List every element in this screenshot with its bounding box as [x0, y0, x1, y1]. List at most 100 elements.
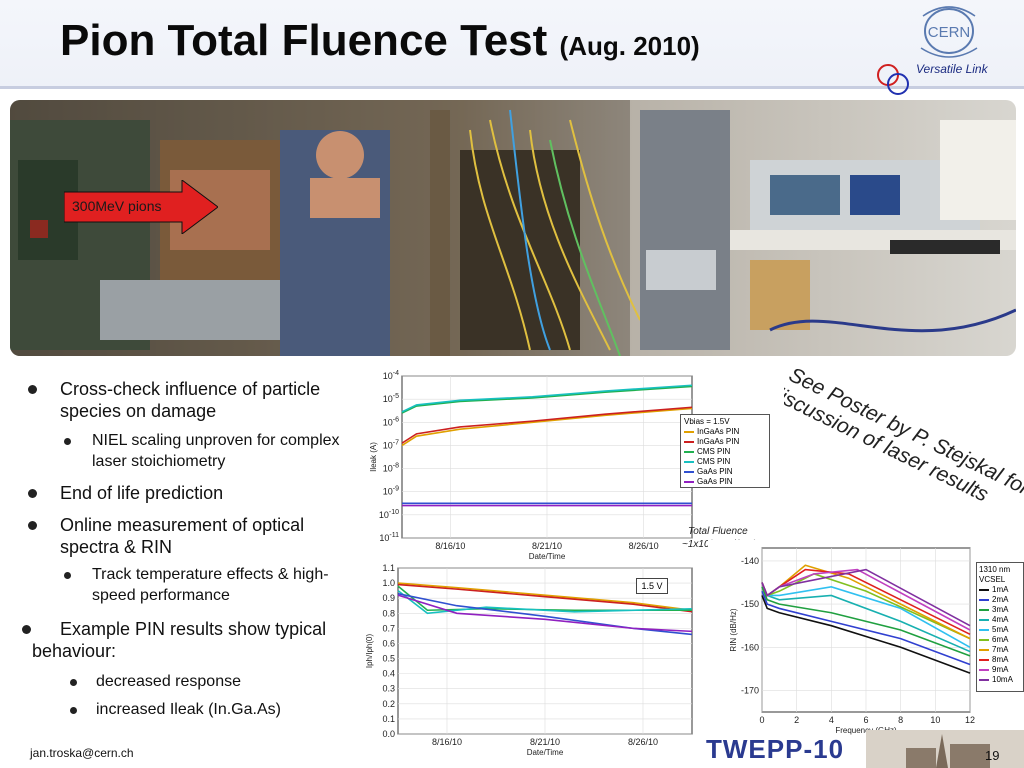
- x-tick-label: 4: [829, 715, 834, 725]
- legend-entry: 5mA: [979, 625, 1021, 635]
- legend-swatch: [979, 668, 989, 671]
- tick-label: 10-9: [383, 486, 399, 497]
- bullet-text: Example PIN results show typical behavio…: [32, 619, 327, 661]
- legend-entry: InGaAs PIN: [684, 437, 766, 447]
- legend-label: CMS PIN: [697, 447, 731, 456]
- legend-swatch: [979, 588, 989, 591]
- legend-entry: 4mA: [979, 615, 1021, 625]
- sub-bullet-text: NIEL scaling unproven for complex laser …: [92, 432, 340, 470]
- tick-label: 10-7: [383, 439, 399, 450]
- tick-label: 0.1: [382, 714, 395, 724]
- legend-swatch: [979, 628, 989, 631]
- x-tick-label: 8/16/10: [435, 541, 465, 551]
- poster-note-line: See Poster by P. Stejskal for: [785, 363, 1024, 500]
- legend-swatch: [979, 648, 989, 651]
- x-tick-label: 6: [863, 715, 868, 725]
- tick-label: -170: [741, 685, 759, 695]
- versatile-link-icon: [877, 64, 909, 95]
- sub-bullet-dot: [70, 707, 77, 714]
- x-axis-label: Date/Time: [527, 748, 564, 756]
- legend-label: GaAs PIN: [697, 467, 733, 476]
- tick-label: 10-10: [379, 509, 399, 520]
- legend-swatch: [979, 598, 989, 601]
- legend-swatch: [684, 460, 694, 463]
- y-axis-label: RIN (dB/Hz): [729, 608, 738, 651]
- tick-label: -140: [741, 556, 759, 566]
- y-axis-label: Iph/Iph(0): [365, 634, 374, 669]
- legend-title: Vbias = 1.5V: [684, 417, 730, 426]
- tick-label: 0.7: [382, 623, 395, 633]
- legend-swatch: [979, 638, 989, 641]
- footer-email[interactable]: jan.troska@cern.ch: [30, 746, 134, 760]
- legend-entry: GaAs PIN: [684, 477, 766, 487]
- page-number: 19: [985, 748, 1000, 763]
- legend-swatch: [979, 678, 989, 681]
- legend-entry: 6mA: [979, 635, 1021, 645]
- legend-entry: 3mA: [979, 605, 1021, 615]
- poster-note: See Poster by P. Stejskal for discussion…: [784, 363, 1024, 506]
- tick-label: 0.2: [382, 699, 395, 709]
- tick-label: 10-4: [383, 370, 399, 381]
- legend-label: 8mA: [992, 655, 1009, 664]
- iph-legend: 1.5 V: [636, 578, 668, 594]
- legend-label: InGaAs PIN: [697, 427, 740, 436]
- cern-logo: CERN: [920, 6, 978, 58]
- x-tick-label: 8/21/10: [530, 737, 560, 747]
- sub-bullet-dot: [70, 679, 77, 686]
- legend-swatch: [684, 450, 694, 453]
- legend-entry: 7mA: [979, 645, 1021, 655]
- tick-label: -160: [741, 642, 759, 652]
- sub-bullet-text: increased Ileak (In.Ga.As): [96, 701, 281, 718]
- x-tick-label: 12: [965, 715, 975, 725]
- tick-label: 0.3: [382, 684, 395, 694]
- legend-swatch: [979, 618, 989, 621]
- legend-label: CMS PIN: [697, 457, 731, 466]
- bullet-text: End of life prediction: [60, 483, 224, 503]
- legend-label: 2mA: [992, 595, 1009, 604]
- tick-label: 10-8: [383, 463, 399, 474]
- tick-label: 0.5: [382, 654, 395, 664]
- legend-entry: CMS PIN: [684, 447, 766, 457]
- cern-logo-text: CERN: [928, 24, 971, 41]
- legend-entry: InGaAs PIN: [684, 427, 766, 437]
- title-sub: (Aug. 2010): [559, 31, 700, 61]
- legend-title: 1310 nm VCSEL: [979, 565, 1011, 584]
- legend-swatch: [684, 480, 694, 483]
- header-rule: [0, 86, 1024, 89]
- page-title: Pion Total Fluence Test (Aug. 2010): [60, 16, 700, 66]
- legend-label: 5mA: [992, 625, 1009, 634]
- x-tick-label: 2: [794, 715, 799, 725]
- versatile-link-caption: Versatile Link: [916, 62, 988, 76]
- pion-beam-label: 300MeV pions: [72, 198, 162, 214]
- legend-entry: CMS PIN: [684, 457, 766, 467]
- tick-label: 0.4: [382, 669, 395, 679]
- sub-bullet-dot: [64, 572, 71, 579]
- legend-swatch: [684, 430, 694, 433]
- fluence-annotation: Total Fluence: [688, 526, 748, 537]
- legend-entry: 1mA: [979, 585, 1021, 595]
- tick-label: 0.6: [382, 638, 395, 648]
- rin-legend: 1310 nm VCSEL 1mA 2mA 3mA 4mA 5mA 6mA 7mA 8mA 9m…: [976, 562, 1024, 692]
- legend-swatch: [684, 440, 694, 443]
- tick-label: 1.1: [382, 563, 395, 573]
- bullet-text: Cross-check influence of particle specie…: [60, 379, 321, 421]
- tick-label: 0.9: [382, 593, 395, 603]
- ileak-chart: 10-4 10-5 10-6 10-7 10-8 10-9 10-10 10-11 8/16/1…: [362, 366, 700, 566]
- legend-entry: 10mA: [979, 675, 1021, 685]
- bullet-dot: [28, 489, 37, 498]
- cathedral-photo: [866, 730, 1024, 768]
- bullet-dot: [28, 521, 37, 530]
- legend-label: GaAs PIN: [697, 477, 733, 486]
- sub-bullet-text: decreased response: [96, 673, 241, 690]
- legend-items: 1mA 2mA 3mA 4mA 5mA 6mA 7mA 8mA 9mA 10mA: [979, 585, 1021, 685]
- sub-bullet-dot: [64, 438, 71, 445]
- tick-label: 10-11: [379, 532, 399, 543]
- y-axis-label: Ileak (A): [369, 442, 378, 472]
- title-main: Pion Total Fluence Test: [60, 16, 548, 65]
- x-tick-label: 8/16/10: [432, 737, 462, 747]
- tick-label: 0.8: [382, 608, 395, 618]
- x-tick-label: 8: [898, 715, 903, 725]
- tick-label: 1.0: [382, 578, 395, 588]
- legend-entry: GaAs PIN: [684, 467, 766, 477]
- footer-brand: TWEPP-10: [706, 734, 845, 764]
